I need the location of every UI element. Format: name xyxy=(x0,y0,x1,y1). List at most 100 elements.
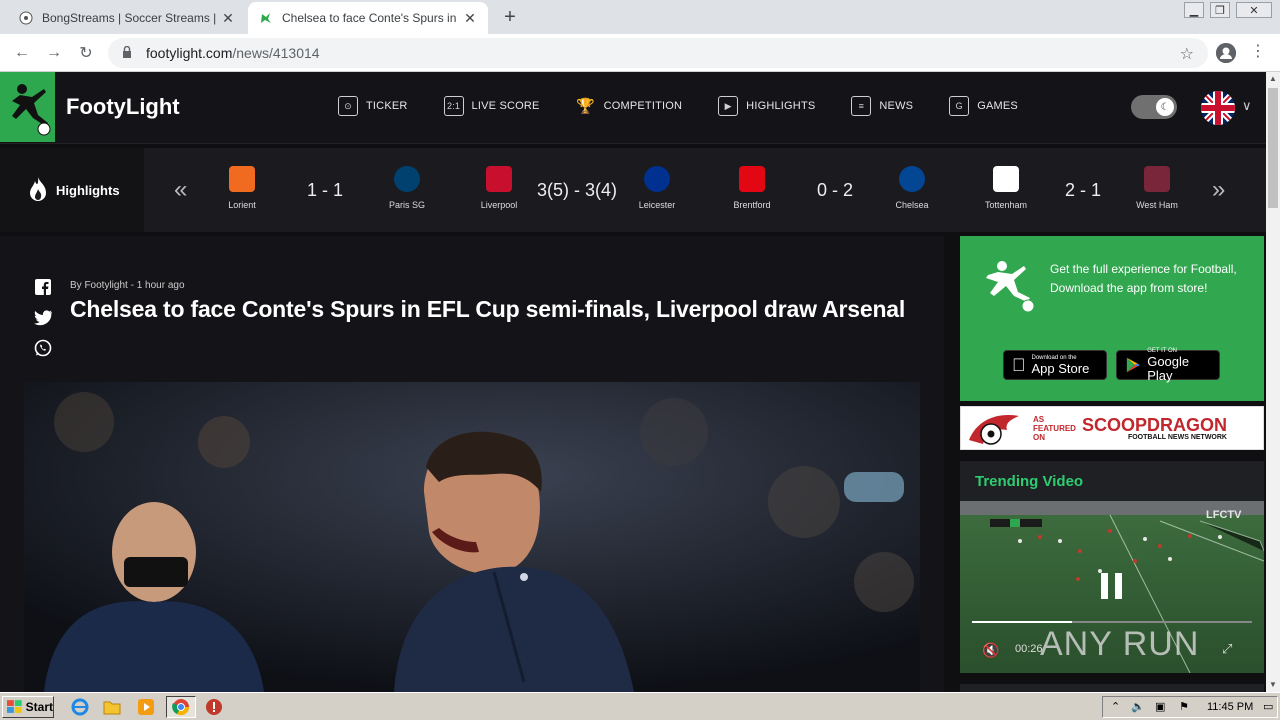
scroll-up-icon[interactable]: ▲ xyxy=(1266,72,1280,86)
twitter-share-icon[interactable] xyxy=(34,309,52,327)
footylight-logo-icon[interactable] xyxy=(0,72,55,142)
video-player[interactable]: LFCTV 🔇 00:26 ANY RUN ⤢ xyxy=(960,501,1264,673)
next-arrow-icon[interactable]: » xyxy=(1212,176,1225,204)
start-label: Start xyxy=(25,700,53,714)
google-play-button[interactable]: GET IT ON Google Play xyxy=(1116,348,1220,383)
promo-text: Get the full experience for Football, Do… xyxy=(1050,262,1237,295)
scroll-thumb[interactable] xyxy=(1268,88,1278,208)
maximize-icon[interactable]: ❐ xyxy=(1210,2,1230,18)
folder-icon[interactable] xyxy=(102,697,122,717)
channel-overlay: LFCTV xyxy=(1206,509,1242,521)
flame-icon xyxy=(30,177,46,201)
show-desktop-icon[interactable]: ▭ xyxy=(1263,700,1273,713)
reload-icon[interactable]: ↻ xyxy=(76,43,96,63)
dark-mode-toggle[interactable]: ☾ xyxy=(1131,95,1177,119)
uk-flag-icon[interactable] xyxy=(1201,91,1235,125)
nav-competition[interactable]: 🏆 COMPETITION xyxy=(576,96,683,116)
match-score[interactable]: 3(5) - 3(4) xyxy=(527,180,627,201)
speaker-icon[interactable]: 🔈 xyxy=(1131,700,1145,713)
chrome-taskbar-button[interactable] xyxy=(166,696,196,718)
trending-video-card: Trending Video LFCTV 🔇 00:26 ANY RUN ⤢ xyxy=(960,461,1264,673)
app-promo-card: Get the full experience for Football, Do… xyxy=(960,236,1264,401)
nav-label: LIVE SCORE xyxy=(471,100,540,112)
windows-logo-icon xyxy=(7,700,22,713)
forward-icon[interactable]: → xyxy=(44,43,64,63)
page-scrollbar[interactable]: ▲ ▼ xyxy=(1266,72,1280,692)
mute-icon[interactable]: 🔇 xyxy=(982,642,999,659)
team-paris-sg[interactable]: Paris SG xyxy=(377,166,437,210)
network-icon[interactable]: ▣ xyxy=(1155,700,1165,713)
google-play-big: Google Play xyxy=(1147,353,1190,383)
team-lorient[interactable]: Lorient xyxy=(212,166,272,210)
new-tab-button[interactable]: + xyxy=(498,6,522,28)
flag-tray-icon[interactable]: ⚑ xyxy=(1179,700,1189,713)
clock[interactable]: 11:45 PM xyxy=(1207,701,1253,713)
nav-ticker[interactable]: ⊙ TICKER xyxy=(338,96,408,116)
nav-highlights[interactable]: ▶ HIGHLIGHTS xyxy=(718,96,815,116)
nav-live-score[interactable]: 2:1 LIVE SCORE xyxy=(443,96,540,116)
team-chelsea[interactable]: Chelsea xyxy=(882,166,942,210)
highlights-label[interactable]: Highlights xyxy=(0,148,144,232)
scoop-tag-2: FEATURED xyxy=(1033,423,1076,433)
games-icon: G xyxy=(949,96,970,116)
nav-label: HIGHLIGHTS xyxy=(746,100,816,112)
app-store-button[interactable]:  Download on theApp Store xyxy=(1003,350,1107,380)
match-score[interactable]: 1 - 1 xyxy=(290,180,360,201)
nav-label: GAMES xyxy=(977,100,1018,112)
start-button[interactable]: Start xyxy=(2,696,54,718)
team-tottenham[interactable]: Tottenham xyxy=(976,166,1036,210)
play-icon: ▶ xyxy=(718,96,739,116)
team-leicester[interactable]: Leicester xyxy=(627,166,687,210)
live-score-icon: 2:1 xyxy=(443,96,464,116)
lorient-crest-icon xyxy=(229,166,255,192)
internet-explorer-icon[interactable] xyxy=(70,697,90,717)
scoop-tag-3: ON xyxy=(1033,432,1045,442)
prev-arrow-icon[interactable]: « xyxy=(174,176,187,204)
fullscreen-icon[interactable]: ⤢ xyxy=(1222,641,1232,657)
tab-footylight[interactable]: Chelsea to face Conte's Spurs in EFL ✕ xyxy=(248,2,488,34)
match-score[interactable]: 2 - 1 xyxy=(1048,180,1118,201)
sidebar-next-card xyxy=(960,684,1264,692)
bookmark-star-icon[interactable]: ☆ xyxy=(1180,44,1194,64)
profile-avatar-icon[interactable] xyxy=(1216,43,1236,63)
whatsapp-share-icon[interactable] xyxy=(34,339,52,357)
psg-crest-icon xyxy=(394,166,420,192)
chrome-icon xyxy=(172,699,190,716)
back-icon[interactable]: ← xyxy=(12,43,32,63)
scoopdragon-banner[interactable]: AS FEATURED ON SCOOPDRAGON FOOTBALL NEWS… xyxy=(960,406,1264,450)
dragon-logo-icon xyxy=(969,415,1019,445)
brand-name[interactable]: FootyLight xyxy=(66,94,180,120)
team-name: Brentford xyxy=(733,200,771,210)
ticker-icon: ⊙ xyxy=(338,96,358,116)
moon-icon: ☾ xyxy=(1156,98,1174,116)
team-west-ham[interactable]: West Ham xyxy=(1127,166,1187,210)
address-bar[interactable]: footylight.com/news/413014 ☆ xyxy=(108,38,1208,68)
team-brentford[interactable]: Brentford xyxy=(722,166,782,210)
close-tab-icon[interactable]: ✕ xyxy=(220,10,236,27)
browser-toolbar: ← → ↻ footylight.com/news/413014 ☆ ⋮ xyxy=(0,34,1280,72)
minimize-icon[interactable]: ▁ xyxy=(1184,2,1204,18)
article-headline: Chelsea to face Conte's Spurs in EFL Cup… xyxy=(70,296,906,322)
highlights-strip: Highlights « Lorient 1 - 1 Paris SG Live… xyxy=(0,148,1266,232)
tray-expand-icon[interactable]: ⌃ xyxy=(1111,700,1120,713)
chelsea-crest-icon xyxy=(899,166,925,192)
nav-label: TICKER xyxy=(366,100,408,112)
scroll-down-icon[interactable]: ▼ xyxy=(1266,678,1280,692)
browser-menu-icon[interactable]: ⋮ xyxy=(1250,43,1266,63)
nav-news[interactable]: ≡ NEWS xyxy=(851,96,913,116)
chevron-down-icon[interactable]: ∨ xyxy=(1242,98,1252,114)
facebook-share-icon[interactable] xyxy=(34,278,52,296)
close-tab-icon[interactable]: ✕ xyxy=(462,10,478,27)
team-liverpool[interactable]: Liverpool xyxy=(469,166,529,210)
team-name: West Ham xyxy=(1136,200,1178,210)
match-score[interactable]: 0 - 2 xyxy=(800,180,870,201)
article: By Footylight - 1 hour ago Chelsea to fa… xyxy=(0,236,944,692)
tab-bongstreams[interactable]: BongStreams | Soccer Streams | NBA ✕ xyxy=(8,2,246,34)
nav-games[interactable]: G GAMES xyxy=(949,96,1018,116)
close-window-icon[interactable]: ✕ xyxy=(1236,2,1272,18)
watermark: ANY RUN xyxy=(1040,625,1200,663)
west-ham-crest-icon xyxy=(1144,166,1170,192)
tab-title: Chelsea to face Conte's Spurs in EFL xyxy=(282,11,460,25)
media-player-icon[interactable] xyxy=(136,697,156,717)
antivirus-icon[interactable] xyxy=(204,697,224,717)
